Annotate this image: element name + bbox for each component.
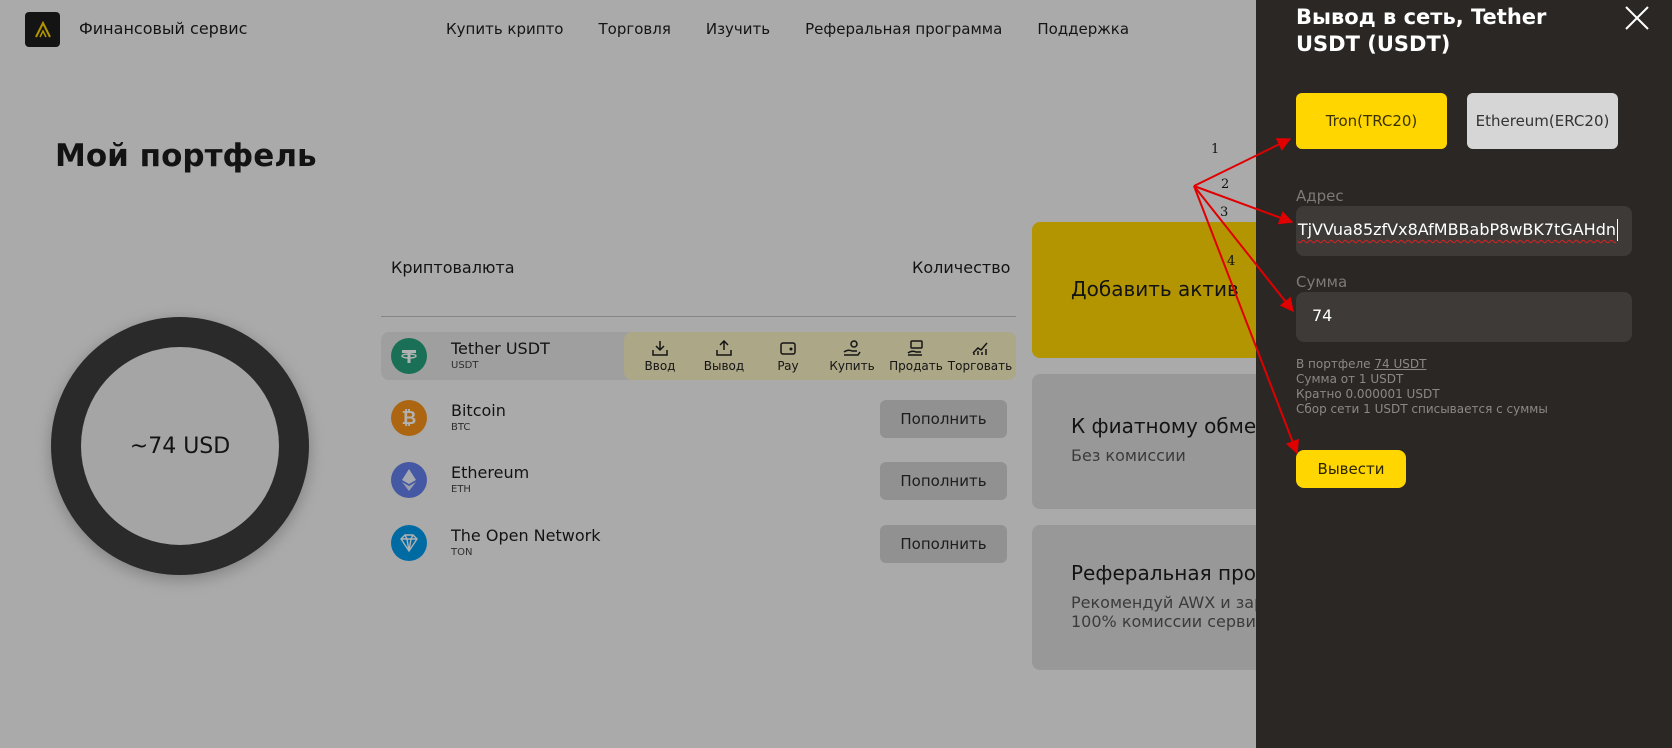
close-button[interactable] xyxy=(1623,4,1651,32)
drawer-title: Вывод в сеть, Tether USDT (USDT) xyxy=(1296,5,1547,56)
info-balance-line: В портфеле 74 USDT xyxy=(1296,357,1548,372)
withdraw-drawer: Вывод в сеть, Tether USDT (USDT) Tron(TR… xyxy=(1256,0,1672,748)
network-tron-button[interactable]: Tron(TRC20) xyxy=(1296,93,1447,149)
text-caret xyxy=(1617,219,1618,241)
close-icon xyxy=(1625,6,1649,30)
amount-value: 74 xyxy=(1312,306,1333,325)
amount-input[interactable]: 74 xyxy=(1296,292,1632,342)
info-balance-prefix: В портфеле xyxy=(1296,357,1375,371)
info-step: Кратно 0.000001 USDT xyxy=(1296,387,1440,401)
modal-backdrop[interactable] xyxy=(0,0,1256,748)
balance-link[interactable]: 74 USDT xyxy=(1374,357,1426,371)
network-ethereum-button[interactable]: Ethereum(ERC20) xyxy=(1467,93,1618,149)
address-input[interactable]: TjVVua85zfVx8AfMBBabP8wBK7tGAHdn xyxy=(1296,206,1632,256)
info-min-amount: Сумма от 1 USDT xyxy=(1296,372,1404,386)
address-value: TjVVua85zfVx8AfMBBabP8wBK7tGAHdn xyxy=(1297,220,1616,239)
withdraw-info: В портфеле 74 USDT Сумма от 1 USDT Кратн… xyxy=(1296,357,1548,417)
info-network-fee: Сбор сети 1 USDT списывается с суммы xyxy=(1296,402,1548,416)
amount-label: Сумма xyxy=(1296,273,1348,291)
withdraw-submit-button[interactable]: Вывести xyxy=(1296,450,1406,488)
address-label: Адрес xyxy=(1296,187,1344,205)
